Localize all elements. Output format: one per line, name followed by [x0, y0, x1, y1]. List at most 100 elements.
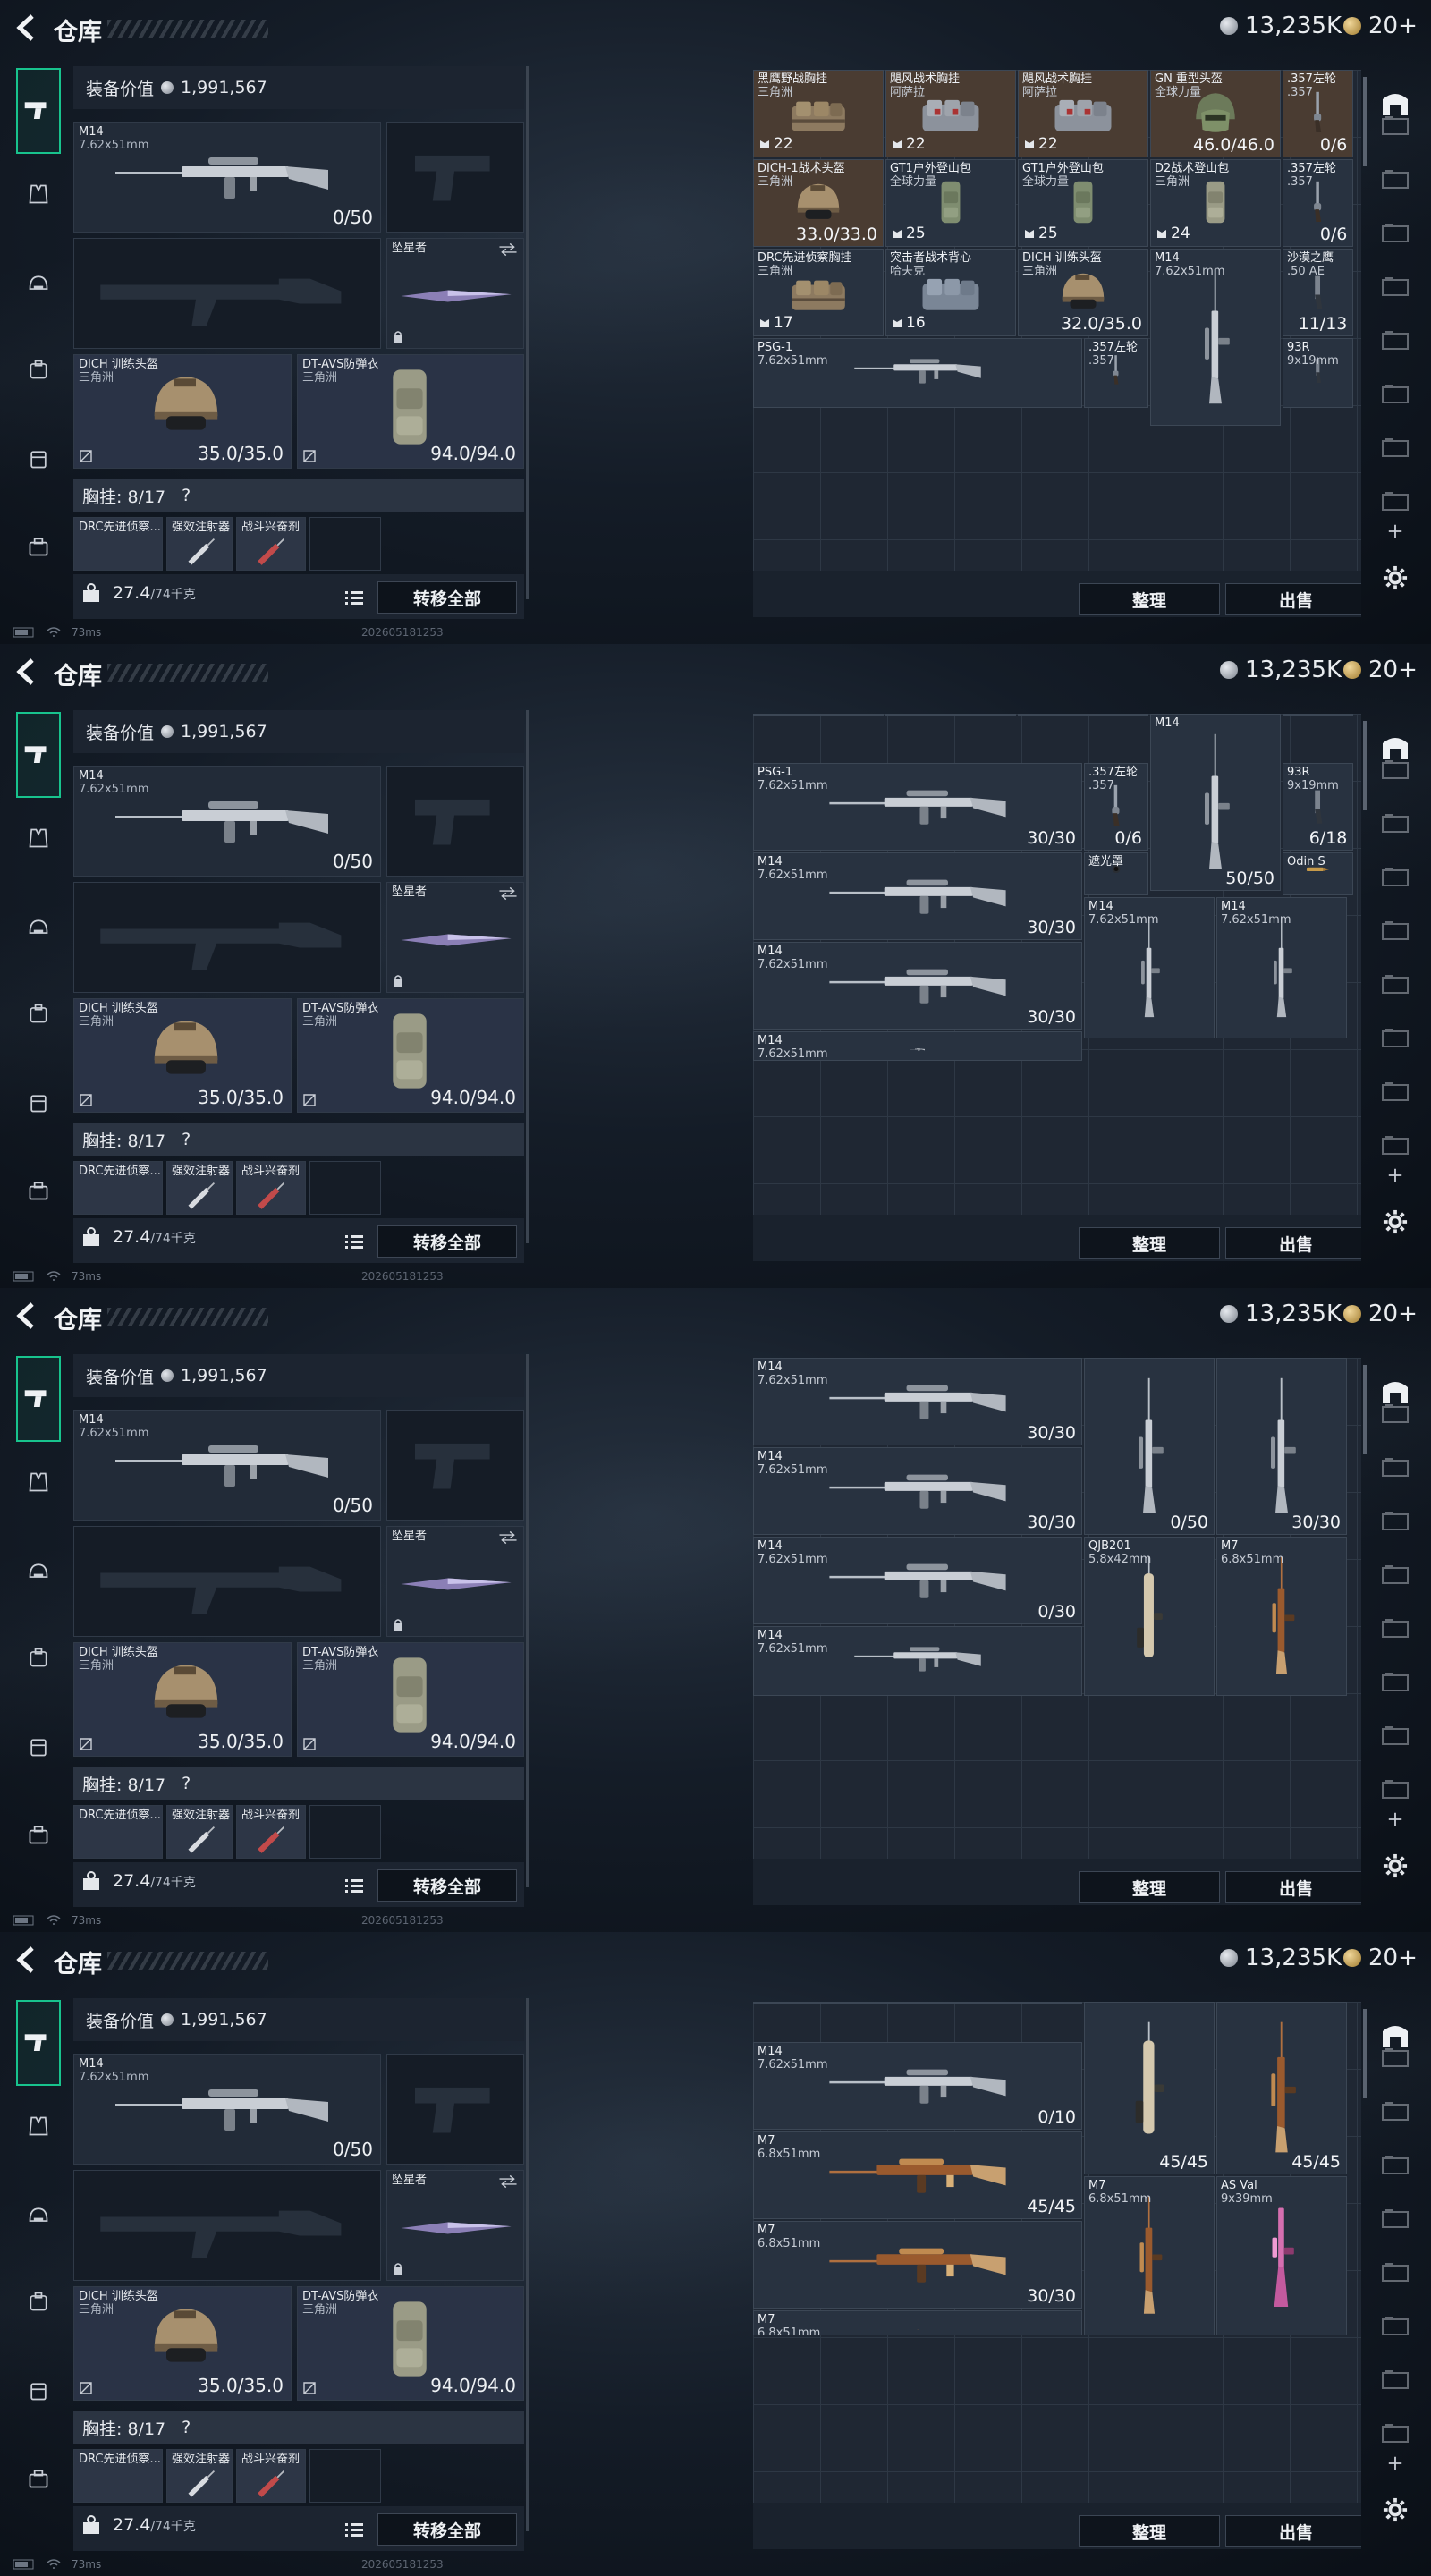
- storage-tab-4[interactable]: [1377, 1503, 1413, 1538]
- storage-item[interactable]: M14 50/50: [1150, 714, 1281, 891]
- storage-tab-5[interactable]: [1377, 2200, 1413, 2236]
- chest-empty-slot[interactable]: [309, 1805, 381, 1859]
- primary-weapon-slot[interactable]: M14 7.62x51mm 0/50: [73, 766, 381, 877]
- storage-tab-7[interactable]: [1377, 1020, 1413, 1055]
- currency-tokens[interactable]: 20+: [1343, 657, 1418, 683]
- storage-tab-4[interactable]: [1377, 215, 1413, 250]
- storage-item[interactable]: GT1户外登山包 全球力量 25: [1018, 159, 1148, 247]
- loadout-scrollbar[interactable]: [526, 66, 529, 599]
- storage-item[interactable]: M14 7.62x51mm 30/30: [753, 852, 1082, 940]
- add-storage-tab[interactable]: [1377, 2445, 1413, 2481]
- currency-coins[interactable]: 13,235K: [1220, 657, 1342, 683]
- storage-item[interactable]: 17: [753, 714, 884, 716]
- transfer-all-button[interactable]: 转移全部: [377, 581, 517, 614]
- category-pouch-tab[interactable]: [16, 1082, 61, 1127]
- storage-tab-8[interactable]: [1377, 1717, 1413, 1753]
- helmet-slot[interactable]: DICH 训练头盔 三角洲 35.0/35.0: [73, 354, 292, 469]
- storage-item[interactable]: 沙漠之鹰 .50 AE 11/13: [1283, 249, 1354, 336]
- list-icon[interactable]: [342, 1229, 367, 1254]
- organize-button[interactable]: 整理: [1079, 1227, 1220, 1259]
- chest-item-1[interactable]: DRC先进侦察...: [73, 2449, 163, 2503]
- category-case-tab[interactable]: [16, 526, 61, 571]
- category-pouch-tab[interactable]: [16, 1726, 61, 1771]
- storage-tab-6[interactable]: [1377, 322, 1413, 358]
- storage-item[interactable]: M14 7.62x51mm: [753, 1626, 1082, 1696]
- chest-item-2[interactable]: 强效注射器: [166, 1161, 233, 1215]
- settings-tab[interactable]: [1377, 1848, 1413, 1884]
- back-arrow-icon[interactable]: [13, 1945, 39, 1975]
- sell-button[interactable]: 出售: [1225, 1871, 1361, 1903]
- storage-item[interactable]: M7 6.8x51mm: [1084, 2176, 1215, 2335]
- storage-item[interactable]: M7 6.8x51mm 45/45: [753, 2131, 1082, 2219]
- storage-tab-4[interactable]: [1377, 859, 1413, 894]
- melee-slot[interactable]: 坠星者: [386, 2170, 524, 2281]
- storage-tab-8[interactable]: [1377, 429, 1413, 465]
- list-icon[interactable]: [342, 1873, 367, 1898]
- storage-tab-7[interactable]: [1377, 376, 1413, 411]
- chest-item-2[interactable]: 强效注射器: [166, 1805, 233, 1859]
- melee-slot[interactable]: 坠星者: [386, 882, 524, 993]
- storage-tab-2[interactable]: [1377, 751, 1413, 787]
- loadout-scrollbar[interactable]: [526, 1998, 529, 2531]
- storage-item[interactable]: 45/45: [1084, 2002, 1215, 2174]
- chest-item-1[interactable]: DRC先进侦察...: [73, 517, 163, 571]
- category-weapons-tab[interactable]: [16, 68, 61, 154]
- helmet-slot[interactable]: DICH 训练头盔 三角洲 35.0/35.0: [73, 2286, 292, 2401]
- storage-tab-3[interactable]: [1377, 1449, 1413, 1485]
- list-icon[interactable]: [342, 2517, 367, 2542]
- storage-item[interactable]: 0/30: [753, 2002, 1082, 2004]
- category-weapons-tab[interactable]: [16, 1356, 61, 1442]
- armor-slot[interactable]: DT-AVS防弹衣 三角洲 94.0/94.0: [297, 2286, 524, 2401]
- storage-item[interactable]: M14 7.62x51mm 30/30: [753, 1447, 1082, 1535]
- storage-item[interactable]: 黑鹰野战胸挂 三角洲 22: [753, 70, 884, 157]
- add-storage-tab[interactable]: [1377, 1157, 1413, 1193]
- help-icon[interactable]: ?: [182, 486, 191, 505]
- storage-tab-4[interactable]: [1377, 2147, 1413, 2182]
- storage-tab-6[interactable]: [1377, 1610, 1413, 1646]
- secondary-weapon-slot[interactable]: [73, 882, 381, 993]
- storage-item[interactable]: M7 6.8x51mm 30/30: [753, 2221, 1082, 2309]
- currency-coins[interactable]: 13,235K: [1220, 1945, 1342, 1971]
- loadout-scrollbar[interactable]: [526, 1354, 529, 1887]
- storage-item[interactable]: M14 7.62x51mm: [1084, 897, 1215, 1038]
- swap-icon[interactable]: [498, 242, 518, 257]
- storage-item[interactable]: M14 7.62x51mm 30/30: [753, 942, 1082, 1030]
- settings-tab[interactable]: [1377, 560, 1413, 596]
- sell-button[interactable]: 出售: [1225, 583, 1361, 615]
- chest-empty-slot[interactable]: [309, 1161, 381, 1215]
- chest-item-3[interactable]: 战斗兴奋剂: [236, 2449, 306, 2503]
- transfer-all-button[interactable]: 转移全部: [377, 2513, 517, 2546]
- storage-tab-6[interactable]: [1377, 966, 1413, 1002]
- chest-item-2[interactable]: 强效注射器: [166, 2449, 233, 2503]
- sidearm-slot[interactable]: [386, 122, 524, 233]
- melee-slot[interactable]: 坠星者: [386, 1526, 524, 1637]
- secondary-weapon-slot[interactable]: [73, 238, 381, 349]
- storage-tab-3[interactable]: [1377, 805, 1413, 841]
- organize-button[interactable]: 整理: [1079, 583, 1220, 615]
- sell-button[interactable]: 出售: [1225, 1227, 1361, 1259]
- storage-item[interactable]: D2战术登山包 三角洲 24: [1150, 159, 1281, 247]
- sidearm-slot[interactable]: [386, 1410, 524, 1521]
- storage-tab-7[interactable]: [1377, 1664, 1413, 1699]
- storage-item[interactable]: .357左轮 .357 0/6: [1084, 763, 1148, 851]
- storage-item[interactable]: 30/30: [1216, 1358, 1347, 1535]
- storage-item[interactable]: M14 7.62x51mm 30/30: [753, 1358, 1082, 1445]
- storage-item[interactable]: 93R 9x19mm: [1283, 338, 1354, 408]
- category-case-tab[interactable]: [16, 1814, 61, 1859]
- storage-tab-8[interactable]: [1377, 2361, 1413, 2397]
- helmet-slot[interactable]: DICH 训练头盔 三角洲 35.0/35.0: [73, 1642, 292, 1757]
- help-icon[interactable]: ?: [182, 1774, 191, 1793]
- storage-item[interactable]: 飓风战术胸挂 阿萨拉 22: [885, 70, 1016, 157]
- storage-tab-2[interactable]: [1377, 107, 1413, 143]
- storage-item[interactable]: 45/45: [1216, 2002, 1347, 2174]
- back-arrow-icon[interactable]: [13, 657, 39, 687]
- storage-tab-2[interactable]: [1377, 1395, 1413, 1431]
- category-vest-tab[interactable]: [16, 1462, 61, 1506]
- chest-item-3[interactable]: 战斗兴奋剂: [236, 1161, 306, 1215]
- helmet-slot[interactable]: DICH 训练头盔 三角洲 35.0/35.0: [73, 998, 292, 1113]
- secondary-weapon-slot[interactable]: [73, 2170, 381, 2281]
- category-vest-tab[interactable]: [16, 2106, 61, 2150]
- storage-item[interactable]: M7 6.8x51mm: [1216, 1537, 1347, 1696]
- settings-tab[interactable]: [1377, 1204, 1413, 1240]
- storage-tab-5[interactable]: [1377, 912, 1413, 948]
